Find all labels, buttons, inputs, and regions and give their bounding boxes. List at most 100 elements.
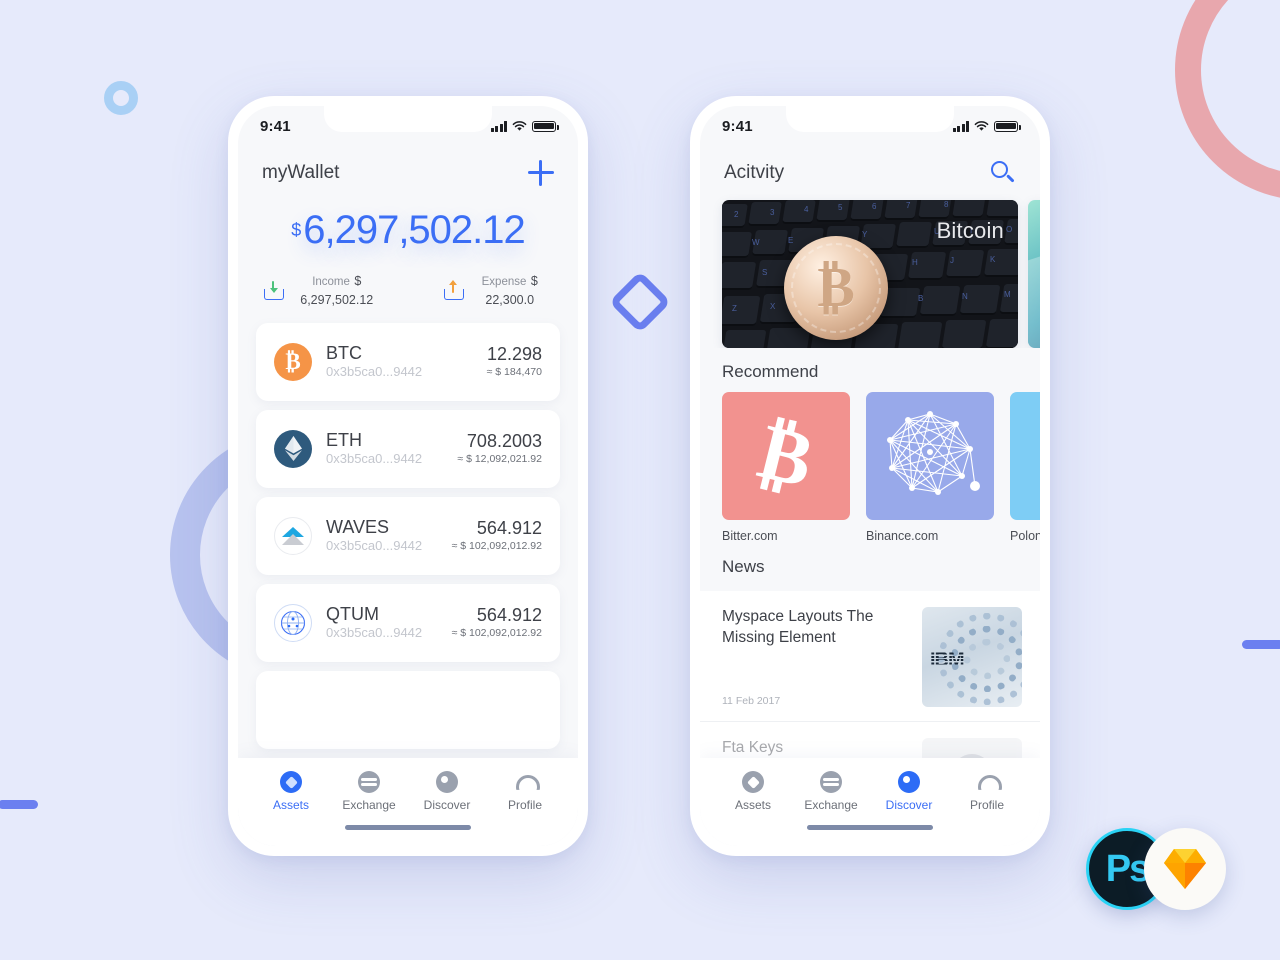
recommend-item-poloniex[interactable]: Polonie xyxy=(1010,392,1040,543)
phone2-tab-bar: Assets Exchange Discover Profile xyxy=(700,758,1040,846)
tab-exchange[interactable]: Exchange xyxy=(792,770,870,812)
ocean-wave-photo xyxy=(1028,200,1040,348)
phone2-app-header: Acitvity xyxy=(700,146,1040,192)
profile-icon xyxy=(486,770,564,794)
tab-discover[interactable]: Discover xyxy=(870,770,948,812)
recommend-item-bitter[interactable]: ₿ Bitter.com xyxy=(722,392,850,543)
asset-values: 12.298 ≈ $ 184,470 xyxy=(487,344,542,379)
asset-identity: WAVES 0x3b5ca0...9442 xyxy=(326,517,452,554)
asset-amount: 564.912 xyxy=(476,517,542,538)
asset-values: 564.912 ≈ $ 102,092,012.92 xyxy=(452,518,542,553)
recommend-list[interactable]: ₿ Bitter.com Binance.com Polon xyxy=(700,392,1040,543)
news-text: Myspace Layouts The Missing Element 11 F… xyxy=(722,607,910,707)
currency-symbol: $ xyxy=(291,220,302,240)
tab-discover[interactable]: Discover xyxy=(408,770,486,812)
ibm-logo-icon: IBM xyxy=(930,649,965,671)
tab-profile[interactable]: Profile xyxy=(486,770,564,812)
sketch-gem-graphic xyxy=(1163,848,1207,890)
battery-icon xyxy=(532,120,559,132)
lightblue-ring-decoration xyxy=(104,81,138,115)
tab-label: Discover xyxy=(885,798,933,812)
income-label: Income xyxy=(312,276,350,288)
asset-fiat: ≈ $ 102,092,012.92 xyxy=(451,539,542,552)
asset-address: 0x3b5ca0...9442 xyxy=(326,624,423,640)
tab-label: Discover xyxy=(423,798,471,812)
asset-row-qtum[interactable]: QTUM 0x3b5ca0...9442 564.912 ≈ $ 102,092… xyxy=(256,583,560,662)
phone1-status-bar: 9:41 xyxy=(238,106,578,146)
tray-download-icon xyxy=(264,280,284,301)
tab-profile[interactable]: Profile xyxy=(948,770,1026,812)
asset-symbol: ETH xyxy=(326,430,362,451)
news-title: Myspace Layouts The Missing Element xyxy=(722,608,874,646)
banner-ocean[interactable] xyxy=(1028,200,1040,348)
left-bar-decoration xyxy=(0,800,38,809)
asset-symbol: QTUM xyxy=(326,604,379,625)
asset-address: 0x3b5ca0...9442 xyxy=(326,537,423,553)
recommend-section-title: Recommend xyxy=(722,362,819,381)
plus-icon[interactable] xyxy=(528,160,554,186)
pink-ring-decoration xyxy=(1175,0,1280,200)
balance-section: $ 6,297,502.12 Income $ 6,297,502.12 Exp… xyxy=(238,192,578,315)
tab-label: Exchange xyxy=(342,798,396,812)
asset-row-btc[interactable]: ₿ BTC 0x3b5ca0...9442 12.298 ≈ $ 184,470 xyxy=(256,322,560,401)
balance-amount: 6,297,502.12 xyxy=(303,208,526,252)
ibm-server-photo: IBM xyxy=(922,607,1022,707)
recommend-label: Bitter.com xyxy=(722,529,778,543)
asset-row-eth[interactable]: ETH 0x3b5ca0...9442 708.2003 ≈ $ 12,092,… xyxy=(256,409,560,488)
tab-assets[interactable]: Assets xyxy=(252,770,330,812)
asset-symbol: BTC xyxy=(326,343,362,364)
asset-identity: ETH 0x3b5ca0...9442 xyxy=(326,430,457,467)
page-title: Acitvity xyxy=(724,162,785,183)
phone2-status-bar: 9:41 xyxy=(700,106,1040,146)
asset-amount: 12.298 xyxy=(486,343,542,364)
expense-label: Expense xyxy=(481,276,527,288)
search-icon[interactable] xyxy=(990,160,1016,186)
signal-bars-icon xyxy=(952,120,969,132)
tray-upload-icon xyxy=(443,280,464,301)
banner-bitcoin[interactable]: 2 3 4 5 6 7 8 W E Y U I O S H J K Z X B … xyxy=(722,200,1018,348)
status-icons xyxy=(490,120,559,132)
bitcoin-coin-icon: ₿ xyxy=(274,342,312,381)
status-icons xyxy=(952,120,1021,132)
status-time: 9:41 xyxy=(260,117,291,135)
tab-label: Assets xyxy=(734,798,771,812)
profile-icon xyxy=(948,770,1026,794)
asset-address: 0x3b5ca0...9442 xyxy=(326,450,423,466)
tab-exchange[interactable]: Exchange xyxy=(330,770,408,812)
news-item[interactable]: Myspace Layouts The Missing Element 11 F… xyxy=(700,591,1040,722)
home-indicator[interactable] xyxy=(345,825,471,830)
recommend-item-binance[interactable]: Binance.com xyxy=(866,392,994,543)
banner-label: Bitcoin xyxy=(936,218,1004,243)
wifi-icon xyxy=(512,120,527,131)
recommend-label: Binance.com xyxy=(866,529,939,543)
tab-list: Assets Exchange Discover Profile xyxy=(238,758,578,812)
asset-fiat: ≈ $ 102,092,012.92 xyxy=(451,626,542,639)
news-title: Fta Keys xyxy=(722,739,784,756)
income-expense-row: Income $ 6,297,502.12 Expense $ 22,300.0 xyxy=(238,272,578,309)
assets-icon xyxy=(252,770,330,794)
asset-row-partial[interactable] xyxy=(256,670,560,749)
tab-label: Exchange xyxy=(804,798,858,812)
diamond-mark-decoration xyxy=(608,270,672,334)
home-indicator[interactable] xyxy=(807,825,933,830)
bitcoin-logo-icon: ₿ xyxy=(722,392,850,520)
tab-assets[interactable]: Assets xyxy=(714,770,792,812)
status-time: 9:41 xyxy=(722,117,753,135)
banner-carousel[interactable]: 2 3 4 5 6 7 8 W E Y U I O S H J K Z X B … xyxy=(700,192,1040,348)
recommend-label: Polonie xyxy=(1010,529,1040,543)
asset-address: 0x3b5ca0...9442 xyxy=(326,363,423,379)
expense-block: Expense $ 22,300.0 xyxy=(443,272,552,309)
phone1-screen: 9:41 myWallet $ 6,297,502.12 Income $ 6,… xyxy=(238,106,578,846)
asset-values: 708.2003 ≈ $ 12,092,021.92 xyxy=(457,431,542,466)
photoshop-label: Ps xyxy=(1105,847,1151,890)
asset-identity: BTC 0x3b5ca0...9442 xyxy=(326,343,487,380)
asset-fiat: ≈ $ 12,092,021.92 xyxy=(457,452,542,465)
asset-row-waves[interactable]: WAVES 0x3b5ca0...9442 564.912 ≈ $ 102,09… xyxy=(256,496,560,575)
page-title: myWallet xyxy=(262,162,340,183)
asset-fiat: ≈ $ 184,470 xyxy=(486,365,542,378)
bitcoin-physical-coin: ₿ xyxy=(784,236,888,340)
right-bar-decoration xyxy=(1242,640,1280,649)
asset-symbol: WAVES xyxy=(326,517,390,538)
sketch-diamond-icon xyxy=(1144,828,1226,910)
phone1-tab-bar: Assets Exchange Discover Profile xyxy=(238,758,578,846)
